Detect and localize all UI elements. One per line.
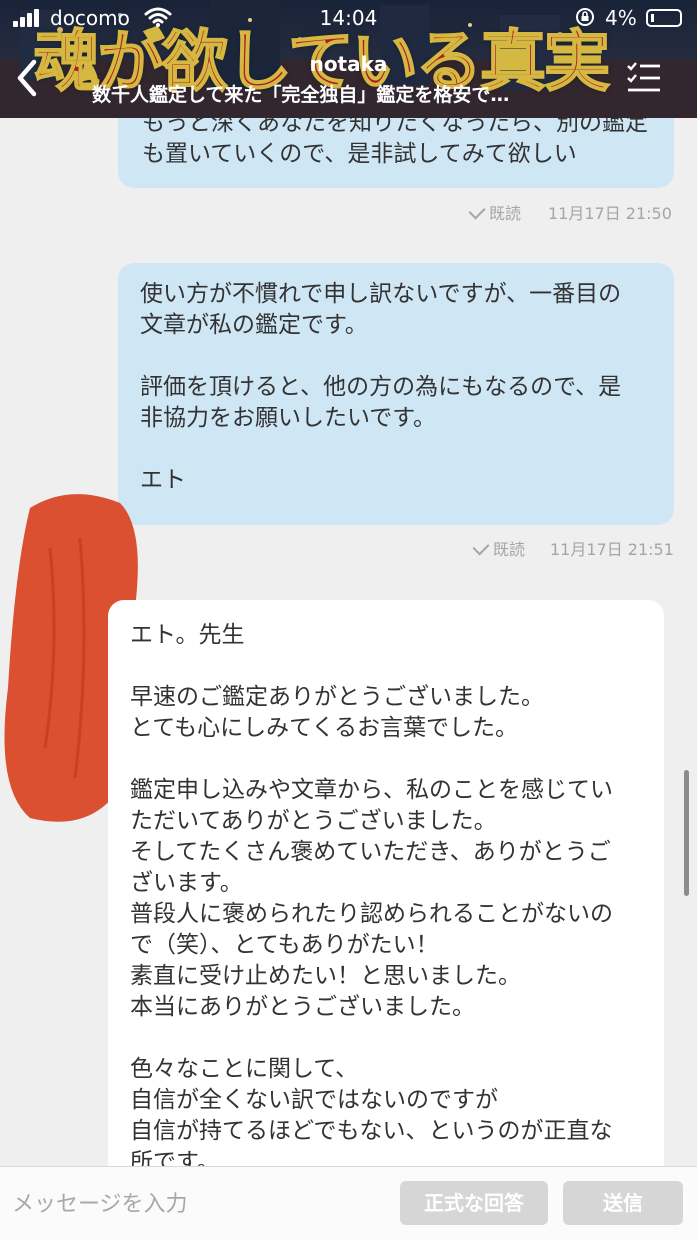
status-bar: docomo 14:04 4%: [0, 0, 697, 36]
outgoing-message-bubble: もっと深くあなたを知りたくなったら、別の鑑定 も置いていくので、是非試してみて欲…: [118, 118, 674, 188]
outgoing-message-bubble: 使い方が不慣れで申し訳ないですが、一番目の 文章が私の鑑定です。 評価を頂けると…: [118, 263, 674, 525]
read-receipt: 既読: [468, 200, 540, 224]
battery-icon: [646, 9, 682, 27]
message-timestamp: 11月17日 21:51: [550, 540, 674, 559]
read-receipt: 既読: [472, 536, 544, 560]
chat-partner-name: notaka: [309, 52, 388, 76]
message-input[interactable]: [10, 1181, 384, 1227]
check-icon: [472, 538, 490, 556]
message-meta: 既読 11月17日 21:51: [472, 536, 684, 560]
chat-service-title: 数千人鑑定して来た「完全独自」鑑定を格安で…: [92, 84, 510, 106]
incoming-message-bubble: エト。先生 早速のご鑑定ありがとうございました。 とても心にしみてくるお言葉でし…: [108, 600, 664, 1166]
orientation-lock-icon: [576, 8, 594, 26]
chat-header: 魂が欲している真実 docomo 14:04 4% notaka 数千人鑑定して…: [0, 0, 697, 118]
battery-percent: 4%: [605, 6, 637, 30]
scrollbar[interactable]: [684, 770, 689, 896]
message-meta: 既読 11月17日 21:50: [468, 200, 680, 224]
menu-list-icon[interactable]: [626, 58, 662, 96]
message-input-bar: 正式な回答 送信: [0, 1166, 697, 1240]
check-icon: [468, 202, 486, 220]
send-button[interactable]: 送信: [563, 1181, 683, 1225]
message-list[interactable]: もっと深くあなたを知りたくなったら、別の鑑定 も置いていくので、是非試してみて欲…: [0, 118, 697, 1166]
message-timestamp: 11月17日 21:50: [548, 204, 672, 223]
formal-reply-button[interactable]: 正式な回答: [400, 1181, 548, 1225]
message-text: もっと深くあなたを知りたくなったら、別の鑑定 も置いていくので、是非試してみて欲…: [142, 118, 648, 167]
